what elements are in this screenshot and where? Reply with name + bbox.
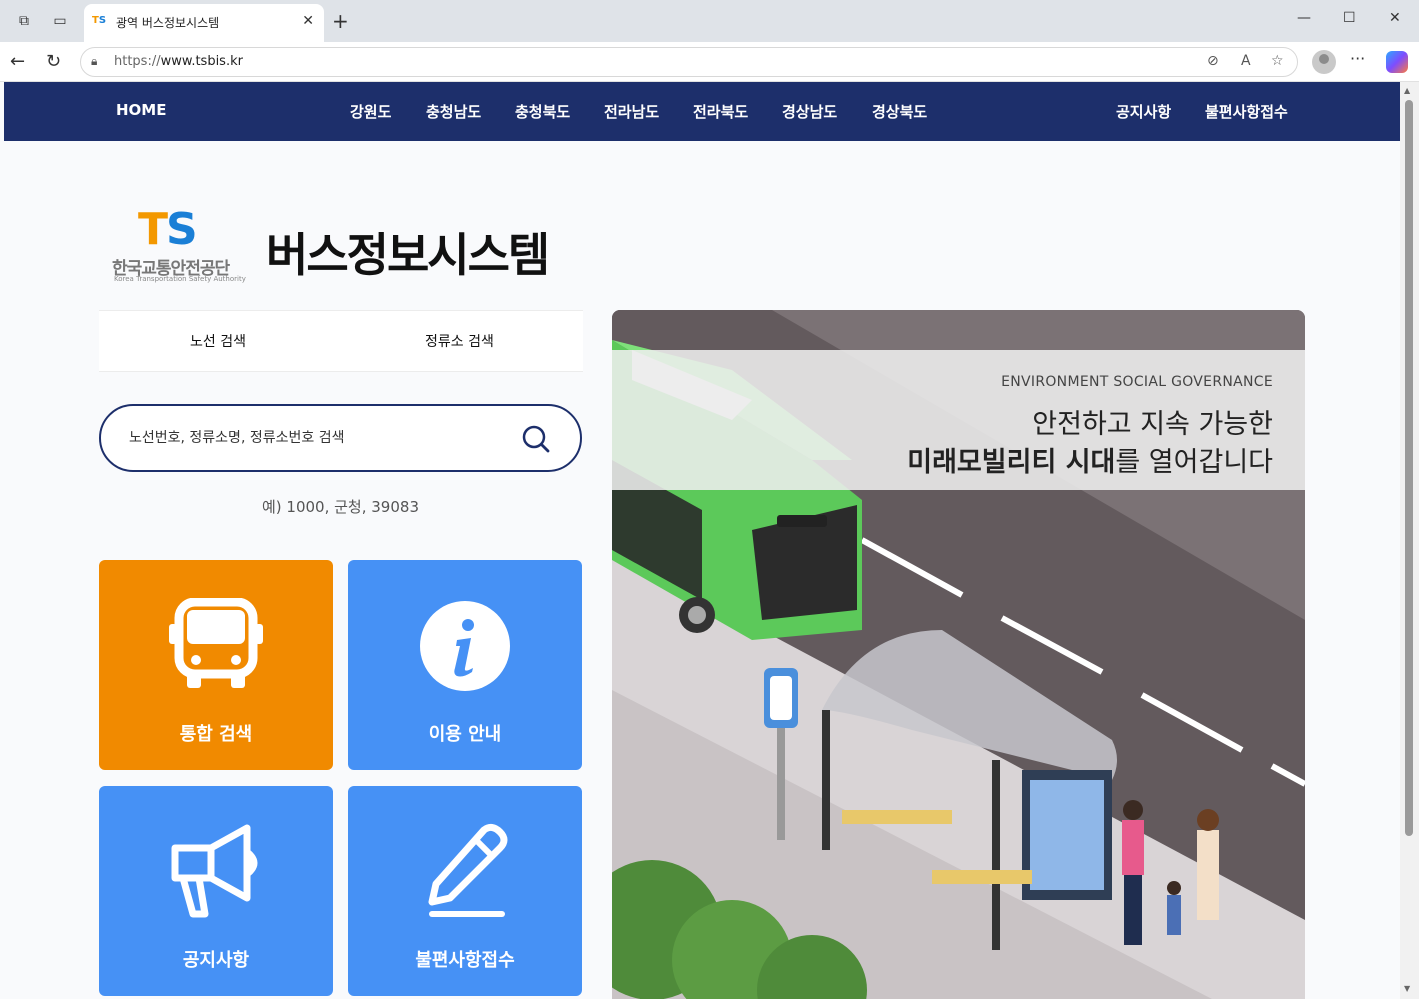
nav-region-chungbuk[interactable]: 충청북도 — [515, 101, 570, 122]
back-icon[interactable]: ← — [10, 51, 25, 72]
scroll-down-icon[interactable]: ▼ — [1404, 984, 1410, 993]
megaphone-icon — [171, 824, 258, 918]
refresh-icon[interactable]: ↻ — [46, 51, 61, 72]
read-aloud-icon[interactable]: A — [1241, 53, 1251, 69]
nav-region-gyeongnam[interactable]: 경상남도 — [782, 101, 837, 122]
more-menu-icon[interactable]: ··· — [1350, 49, 1365, 68]
search-tabs: 노선 검색 정류소 검색 — [99, 310, 583, 372]
promo-banner[interactable]: ENVIRONMENT SOCIAL GOVERNANCE 안전하고 지속 가능… — [612, 310, 1305, 999]
scroll-thumb[interactable] — [1405, 100, 1413, 836]
browser-toolbar: ← ↻ 🔒︎ https://www.tsbis.kr ⊘ A ☆ ··· — [0, 42, 1419, 82]
web-page: HOME 강원도 충청남도 충청북도 전라남도 전라북도 경상남도 경상북도 공… — [4, 82, 1400, 999]
workspaces-icon[interactable]: ⧉ — [14, 11, 34, 31]
nav-region-gangwon[interactable]: 강원도 — [350, 101, 391, 122]
top-navigation: HOME 강원도 충청남도 충청북도 전라남도 전라북도 경상남도 경상북도 공… — [4, 82, 1400, 141]
search-box — [99, 404, 582, 472]
integrated-search-button[interactable]: 통합 검색 — [99, 560, 333, 770]
browser-tab-bar: ⧉ ▭ TS 광역 버스정보시스템 ✕ + — ☐ ✕ — [0, 0, 1419, 42]
nav-region-gyeongbuk[interactable]: 경상북도 — [872, 101, 927, 122]
new-tab-icon[interactable]: + — [332, 9, 349, 33]
search-example: 예) 1000, 군청, 39083 — [262, 498, 419, 516]
nav-region-chungnam[interactable]: 충청남도 — [426, 101, 481, 122]
banner-headline-line2: 미래모빌리티 시대를 열어갑니다 — [907, 447, 1273, 478]
copilot-icon[interactable] — [1386, 51, 1408, 73]
banner-english-caption: ENVIRONMENT SOCIAL GOVERNANCE — [1001, 374, 1273, 390]
ts-favicon-icon: TS — [92, 15, 107, 26]
profile-avatar[interactable] — [1312, 50, 1336, 74]
browser-tab[interactable]: TS 광역 버스정보시스템 ✕ — [84, 4, 324, 42]
page-title: 버스정보시스템 — [266, 228, 550, 282]
maximize-icon[interactable]: ☐ — [1343, 10, 1356, 26]
minimize-icon[interactable]: — — [1297, 10, 1311, 26]
integrated-search-label: 통합 검색 — [179, 724, 253, 745]
tab-title: 광역 버스정보시스템 — [116, 16, 220, 30]
close-tab-icon[interactable]: ✕ — [302, 13, 314, 29]
nav-complaint[interactable]: 불편사항접수 — [1205, 101, 1288, 122]
close-window-icon[interactable]: ✕ — [1389, 10, 1401, 26]
nav-region-jeonnam[interactable]: 전라남도 — [604, 101, 659, 122]
tab-route-search[interactable]: 노선 검색 — [190, 331, 246, 351]
favorite-star-icon[interactable]: ☆ — [1271, 53, 1284, 69]
notice-button[interactable]: 공지사항 — [99, 786, 333, 996]
tab-actions-icon[interactable]: ▭ — [50, 11, 70, 31]
logo-org-english: Korea Transportation Safety Authority — [114, 275, 246, 283]
search-icon[interactable] — [519, 422, 553, 456]
notice-label: 공지사항 — [182, 950, 250, 971]
info-icon — [420, 601, 510, 691]
lock-icon[interactable]: 🔒︎ — [91, 54, 97, 69]
ts-logo-mark[interactable]: TS — [138, 208, 198, 252]
usage-guide-label: 이용 안내 — [428, 724, 502, 745]
bus-icon — [169, 598, 263, 688]
search-input[interactable] — [129, 426, 509, 450]
complaint-label: 불편사항접수 — [415, 950, 515, 971]
tracking-prevention-icon[interactable]: ⊘ — [1207, 53, 1219, 69]
nav-home[interactable]: HOME — [116, 101, 166, 119]
usage-guide-button[interactable]: 이용 안내 — [348, 560, 582, 770]
tab-stop-search[interactable]: 정류소 검색 — [425, 331, 494, 351]
scroll-up-icon[interactable]: ▲ — [1404, 86, 1410, 95]
url-text: https://www.tsbis.kr — [114, 54, 243, 69]
nav-notice[interactable]: 공지사항 — [1116, 101, 1171, 122]
banner-headline-line1: 안전하고 지속 가능한 — [1032, 409, 1273, 440]
pencil-icon — [428, 823, 508, 917]
nav-region-jeonbuk[interactable]: 전라북도 — [693, 101, 748, 122]
address-bar[interactable]: 🔒︎ https://www.tsbis.kr ⊘ A ☆ — [80, 47, 1298, 77]
complaint-button[interactable]: 불편사항접수 — [348, 786, 582, 996]
page-scrollbar[interactable]: ▲ ▼ — [1400, 82, 1419, 999]
